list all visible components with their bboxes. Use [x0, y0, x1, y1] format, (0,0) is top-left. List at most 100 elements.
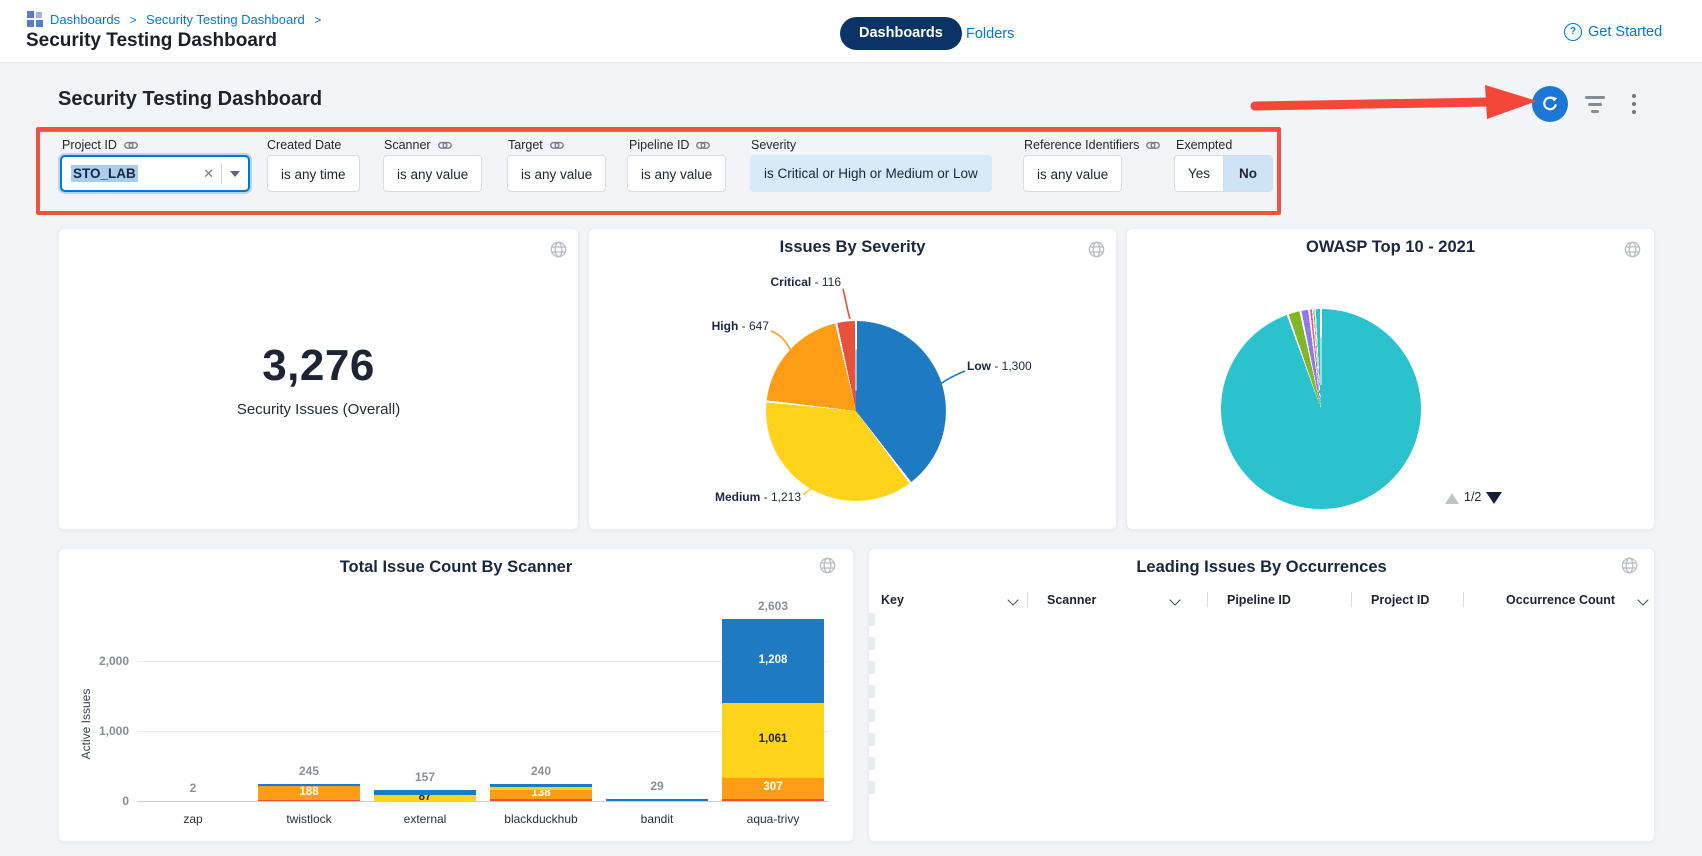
security-testing-dashboard-page: Dashboards > Security Testing Dashboard …	[0, 0, 1702, 856]
bar-category-label: twistlock	[249, 812, 369, 826]
owasp-pagination: 1/2	[1445, 491, 1502, 505]
link-icon	[1146, 141, 1160, 150]
globe-icon	[1621, 557, 1638, 574]
table-row-stub	[869, 685, 875, 698]
filter-label-pipeline-id: Pipeline ID	[629, 138, 710, 152]
bar-total-label: 245	[249, 764, 369, 778]
dashboards-grid-icon	[27, 11, 43, 27]
refresh-icon	[1541, 95, 1559, 113]
clear-filter-icon[interactable]: ✕	[196, 166, 221, 182]
target-filter-button[interactable]: is any value	[507, 155, 606, 192]
owasp-title: OWASP Top 10 - 2021	[1127, 238, 1654, 257]
bar-category-label: external	[365, 812, 485, 826]
bar-segment-value: 188	[258, 786, 360, 798]
column-header-occurrence-count[interactable]: Occurrence Count	[1506, 593, 1615, 607]
bar-segment-twistlock-red[interactable]	[258, 800, 360, 801]
created-date-filter-button[interactable]: is any time	[267, 155, 360, 192]
exempted-no-option[interactable]: No	[1223, 156, 1272, 191]
card-total-issue-count-by-scanner: Total Issue Count By Scanner Active Issu…	[58, 548, 854, 842]
dashboard-filters-icon[interactable]	[1584, 92, 1606, 116]
table-row-stub	[869, 733, 875, 746]
severity-pie-leader-lines	[589, 229, 1116, 529]
page-down-icon[interactable]	[1486, 492, 1502, 504]
link-icon	[696, 141, 710, 150]
column-header-scanner[interactable]: Scanner	[1047, 593, 1096, 607]
pie-label-high: High - 647	[619, 319, 769, 333]
page-up-icon[interactable]	[1445, 493, 1459, 504]
overall-issue-count: 3,276	[59, 341, 578, 391]
link-icon	[438, 141, 452, 150]
exempted-yes-option[interactable]: Yes	[1175, 156, 1223, 191]
kebab-menu-icon[interactable]	[1630, 92, 1638, 116]
filter-label-exempted: Exempted	[1176, 138, 1232, 152]
owasp-pie[interactable]	[1221, 309, 1421, 509]
card-security-issues-overall: 3,276 Security Issues (Overall)	[58, 228, 579, 530]
table-row-stub	[869, 757, 875, 770]
annotation-arrow	[1243, 82, 1543, 124]
overall-issue-caption: Security Issues (Overall)	[59, 401, 578, 418]
column-header-key[interactable]: Key	[881, 593, 904, 607]
column-divider	[1027, 592, 1028, 607]
breadcrumb-dashboards-link[interactable]: Dashboards	[50, 12, 120, 27]
column-header-project-id[interactable]: Project ID	[1371, 593, 1429, 607]
scanner-filter-button[interactable]: is any value	[383, 155, 482, 192]
column-divider	[1463, 592, 1464, 607]
column-sort-chevron-icon[interactable]	[1637, 594, 1648, 605]
filter-label-project-id: Project ID	[62, 138, 138, 152]
column-sort-chevron-icon[interactable]	[1169, 594, 1180, 605]
exempted-toggle: Yes No	[1174, 155, 1273, 192]
pipeline-id-filter-button[interactable]: is any value	[627, 155, 726, 192]
card-issues-by-severity: Issues By Severity Critical - 116 High -…	[588, 228, 1117, 530]
bar-category-label: blackduckhub	[481, 812, 601, 826]
table-row-stub	[869, 781, 875, 794]
globe-icon	[1624, 241, 1641, 258]
reference-identifiers-filter-button[interactable]: is any value	[1023, 155, 1122, 192]
page-title: Security Testing Dashboard	[26, 30, 277, 52]
bar-segment-blackduckhub-yellow[interactable]	[490, 787, 592, 790]
filter-label-scanner: Scanner	[384, 138, 452, 152]
scanner-bar-plot[interactable]: 2zap188245twistlock87157external138240bl…	[59, 549, 853, 841]
bar-segment-external-blue[interactable]	[374, 790, 476, 795]
occurrences-title: Leading Issues By Occurrences	[869, 558, 1654, 577]
bar-segment-value: 1,061	[722, 733, 824, 745]
pie-label-low: Low - 1,300	[967, 359, 1107, 373]
bar-segment-aqua-trivy-red[interactable]	[722, 799, 824, 801]
bar-segment-blackduckhub-blue[interactable]	[490, 784, 592, 787]
bar-segment-bandit-blue[interactable]	[606, 799, 708, 801]
dashboard-title: Security Testing Dashboard	[58, 88, 322, 111]
tab-dashboards[interactable]: Dashboards	[840, 17, 962, 50]
page-indicator: 1/2	[1464, 490, 1481, 504]
card-leading-issues-by-occurrences: Leading Issues By Occurrences Key Scanne…	[868, 548, 1655, 842]
column-header-pipeline-id[interactable]: Pipeline ID	[1227, 593, 1291, 607]
bar-category-label: bandit	[597, 812, 717, 826]
project-id-value[interactable]: STO_LAB	[71, 165, 138, 182]
pie-label-medium: Medium - 1,213	[655, 490, 801, 504]
table-row-stub	[869, 637, 875, 650]
bar-segment-value: 1,208	[722, 654, 824, 666]
bar-segment-blackduckhub-red[interactable]	[490, 799, 592, 801]
severity-filter-chip[interactable]: is Critical or High or Medium or Low	[750, 155, 992, 192]
filter-label-reference-identifiers: Reference Identifiers	[1024, 138, 1160, 152]
bar-total-label: 2,603	[713, 599, 833, 613]
column-sort-chevron-icon[interactable]	[1007, 594, 1018, 605]
globe-icon	[550, 241, 567, 258]
bar-total-label: 240	[481, 764, 601, 778]
breadcrumb-security-testing-dashboard-link[interactable]: Security Testing Dashboard	[146, 12, 305, 27]
bar-segment-twistlock-blue[interactable]	[258, 784, 360, 787]
get-started-button[interactable]: ? Get Started	[1564, 23, 1662, 41]
link-icon	[550, 141, 564, 150]
table-row-stub	[869, 613, 875, 626]
table-row-stub	[869, 709, 875, 722]
card-owasp-top-10: OWASP Top 10 - 2021 1/2	[1126, 228, 1655, 530]
column-divider	[1207, 592, 1208, 607]
column-divider	[1351, 592, 1352, 607]
bar-total-label: 29	[597, 779, 717, 793]
help-question-icon: ?	[1564, 23, 1582, 41]
table-row-stub	[869, 661, 875, 674]
bar-category-label: aqua-trivy	[713, 812, 833, 826]
dropdown-caret-icon[interactable]	[222, 171, 248, 177]
project-id-filter-input[interactable]: STO_LAB ✕	[60, 155, 250, 192]
tab-folders[interactable]: Folders	[966, 26, 1014, 42]
breadcrumb-separator: >	[314, 13, 321, 27]
bar-category-label: zap	[133, 812, 253, 826]
